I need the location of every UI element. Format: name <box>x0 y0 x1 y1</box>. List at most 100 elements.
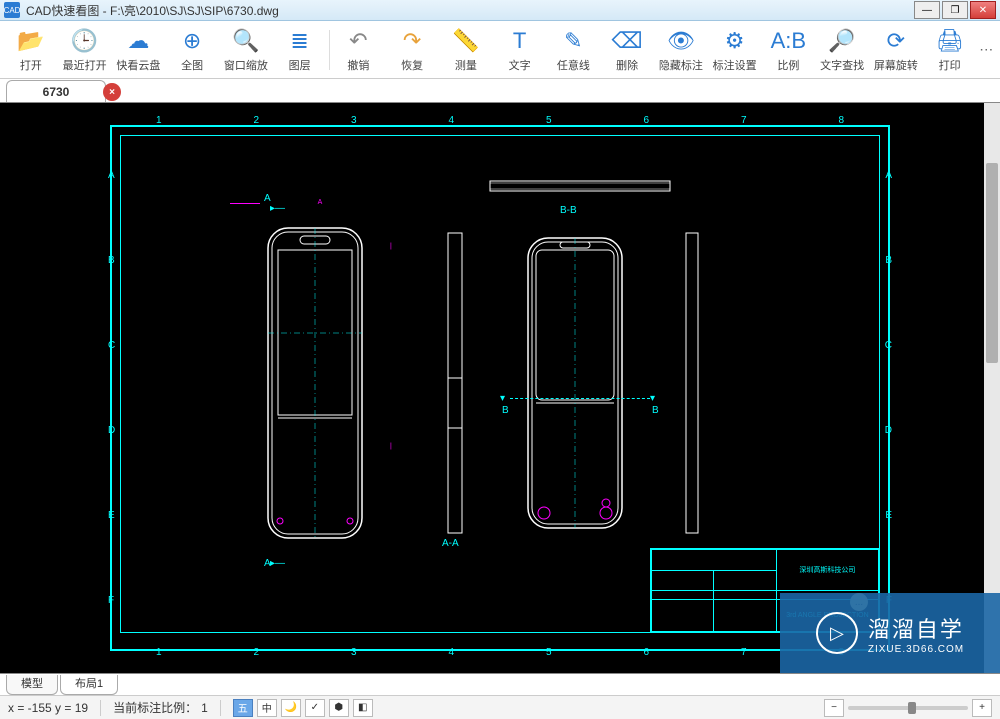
tool-label: 图层 <box>289 57 311 73</box>
layout-tab-1[interactable]: 布局1 <box>60 675 118 695</box>
scrollbar-thumb[interactable] <box>986 163 998 363</box>
tool-label: 恢复 <box>401 57 423 73</box>
tool-label: 快看云盘 <box>116 57 160 73</box>
tool-label: 标注设置 <box>713 57 757 73</box>
status-icon-1[interactable]: ✓ <box>305 699 325 717</box>
tool-label: 任意线 <box>557 57 590 73</box>
scale-label: 当前标注比例： <box>113 699 197 716</box>
toolbar: 📂打开 🕒 最近打开 ☁ 快看云盘 ⊕ 全图 🔍 窗口缩放 ≣图层 ↶ 撤销 ↷ 恢复 📏 测量 T文字 ✎ 任意线… <box>0 21 1000 79</box>
annotation-settings-icon: ⚙ <box>725 27 745 55</box>
undo-button[interactable]: ↶ 撤销 <box>331 22 385 78</box>
hide-annotation-button[interactable]: 👁 隐藏标注 <box>654 22 708 78</box>
zoom-window-icon: 🔍 <box>232 27 259 55</box>
ime-button-2[interactable]: 中 <box>257 699 277 717</box>
scale-icon: A:B <box>771 27 806 55</box>
redo-button[interactable]: ↷ 恢复 <box>385 22 439 78</box>
zoom-slider[interactable] <box>848 706 968 710</box>
phone-side-view <box>680 228 704 538</box>
section-aa-view <box>440 228 470 538</box>
text-button[interactable]: T文字 <box>493 22 547 78</box>
arrow-b-left: B <box>502 405 509 416</box>
toolbar-more-button[interactable]: ⋯ <box>976 41 996 58</box>
tool-label: 撤销 <box>347 57 369 73</box>
zoom-window-button[interactable]: 🔍 窗口缩放 <box>219 22 273 78</box>
measure-icon: 📏 <box>452 27 479 55</box>
theme-moon-icon[interactable]: 🌙 <box>281 699 301 717</box>
tool-label: 打开 <box>20 57 42 73</box>
dim-line <box>230 203 260 204</box>
watermark: ▷ 溜溜自学 ZIXUE.3D66.COM <box>780 593 1000 673</box>
app-icon: CAD <box>4 2 20 18</box>
ime-button-1[interactable]: 五 <box>233 699 253 717</box>
print-icon: 🖨 <box>936 27 964 55</box>
title-bar: CAD CAD快速看图 - F:\亮\2010\SJ\SJ\SIP\6730.d… <box>0 0 1000 21</box>
hide-annotation-icon: 👁 <box>667 27 695 55</box>
status-icon-2[interactable]: ⬢ <box>329 699 349 717</box>
section-arrow-icon: ▸— <box>270 203 285 214</box>
file-tabs: 6730 × <box>0 79 1000 103</box>
recent-icon: 🕒 <box>71 27 98 55</box>
zoom-out-button[interactable]: − <box>824 699 844 717</box>
section-b-line <box>510 398 650 399</box>
cloud-button[interactable]: ☁ 快看云盘 <box>112 22 166 78</box>
status-icon-3[interactable]: ◧ <box>353 699 373 717</box>
undo-icon: ↶ <box>349 27 367 55</box>
print-button[interactable]: 🖨 打印 <box>923 22 977 78</box>
drawing-canvas[interactable]: 12345678 12345678 ABCDEF ABCDEF B-B A A … <box>0 103 1000 673</box>
section-bb-view <box>480 173 680 203</box>
file-tab-6730[interactable]: 6730 × <box>6 80 106 102</box>
section-arrow-icon: ▾ <box>650 393 655 404</box>
recent-button[interactable]: 🕒 最近打开 <box>58 22 112 78</box>
zoom-slider-thumb[interactable] <box>908 702 916 714</box>
find-text-icon: 🔎 <box>828 27 855 55</box>
layers-button[interactable]: ≣图层 <box>273 22 327 78</box>
dim-v1: | <box>390 243 392 250</box>
tool-label: 测量 <box>455 57 477 73</box>
layout-tabs: 模型布局1 <box>0 673 1000 695</box>
fit-icon: ⊕ <box>183 27 201 55</box>
fit-button[interactable]: ⊕ 全图 <box>165 22 219 78</box>
rotate-screen-button[interactable]: ⟳ 屏幕旋转 <box>869 22 923 78</box>
vertical-scrollbar[interactable] <box>984 103 1000 673</box>
tool-label: 隐藏标注 <box>659 57 703 73</box>
delete-icon: ⌫ <box>612 27 643 55</box>
watermark-url: ZIXUE.3D66.COM <box>868 644 964 655</box>
tool-label: 窗口缩放 <box>224 57 268 73</box>
play-icon: ▷ <box>816 612 858 654</box>
section-arrow-icon: ▾ <box>500 393 505 404</box>
layout-tab-0[interactable]: 模型 <box>6 675 58 695</box>
section-arrow-icon: ▸— <box>270 558 285 569</box>
find-text-button[interactable]: 🔎文字查找 <box>815 22 869 78</box>
close-window-button[interactable]: ✕ <box>970 1 996 19</box>
watermark-title: 溜溜自学 <box>868 612 964 644</box>
rotate-screen-icon: ⟳ <box>887 27 905 55</box>
section-aa-label: A-A <box>442 538 459 549</box>
phone-back-view <box>510 228 640 538</box>
scale-button[interactable]: A:B 比例 <box>761 22 815 78</box>
redo-icon: ↷ <box>403 27 421 55</box>
annotation-settings-button[interactable]: ⚙ 标注设置 <box>708 22 762 78</box>
freeline-button[interactable]: ✎ 任意线 <box>546 22 600 78</box>
zoom-in-button[interactable]: + <box>972 699 992 717</box>
tool-label: 打印 <box>939 57 961 73</box>
dim-v2: | <box>390 443 392 450</box>
section-bb-label: B-B <box>560 205 577 216</box>
freeline-icon: ✎ <box>564 27 582 55</box>
file-tab-label: 6730 <box>43 85 70 99</box>
window-title: CAD快速看图 - F:\亮\2010\SJ\SJ\SIP\6730.dwg <box>26 2 914 19</box>
cloud-icon: ☁ <box>127 27 149 55</box>
tool-label: 比例 <box>777 57 799 73</box>
maximize-button[interactable]: ❐ <box>942 1 968 19</box>
minimize-button[interactable]: — <box>914 1 940 19</box>
open-button[interactable]: 📂打开 <box>4 22 58 78</box>
arrow-b-right: B <box>652 405 659 416</box>
status-bar: x = -155 y = 19 当前标注比例： 1 五 中 🌙 ✓ ⬢ ◧ − … <box>0 695 1000 719</box>
text-icon: T <box>513 27 526 55</box>
delete-button[interactable]: ⌫删除 <box>600 22 654 78</box>
tool-label: 最近打开 <box>63 57 107 73</box>
close-tab-button[interactable]: × <box>103 83 121 101</box>
tool-label: 全图 <box>181 57 203 73</box>
tool-label: 屏幕旋转 <box>874 57 918 73</box>
phone-front-view <box>250 218 380 548</box>
measure-button[interactable]: 📏 测量 <box>439 22 493 78</box>
